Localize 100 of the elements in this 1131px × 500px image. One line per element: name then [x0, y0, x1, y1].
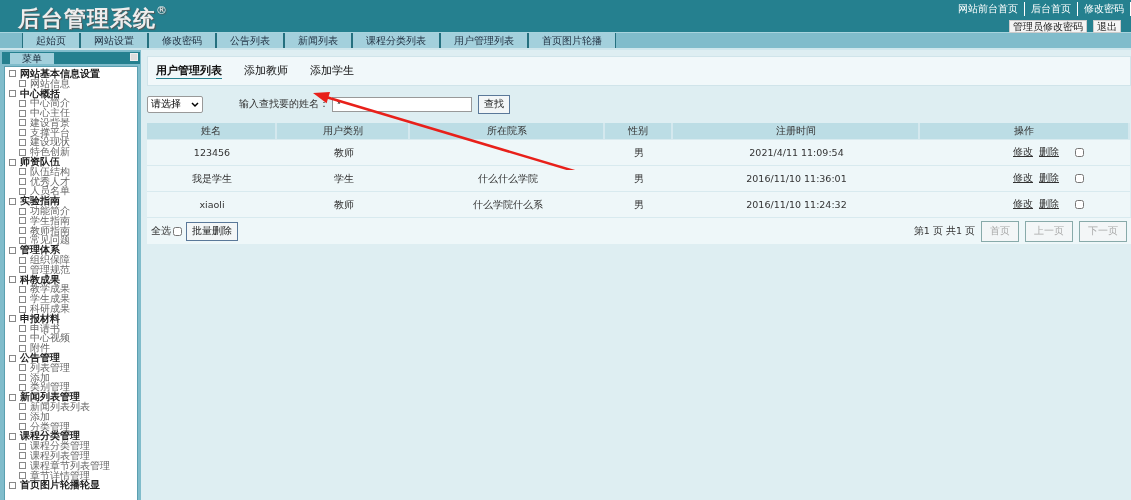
tree-node-icon — [19, 413, 26, 421]
tree-minus-icon[interactable] — [9, 90, 16, 97]
nav-tab[interactable]: 网站设置 — [80, 33, 148, 48]
tree-minus-icon[interactable] — [9, 393, 16, 401]
row-checkbox[interactable] — [1075, 148, 1084, 157]
menu-item[interactable]: 教学成果 — [30, 284, 70, 295]
batch-delete-button[interactable]: 批量删除 — [186, 221, 238, 241]
table-cell: 男 — [605, 139, 673, 165]
menu-group[interactable]: 新闻列表管理 — [20, 392, 80, 403]
menu-item[interactable]: 人员名单 — [30, 186, 70, 197]
menu-item[interactable]: 申请书 — [30, 323, 60, 334]
menu-group[interactable]: 实验指南 — [20, 196, 60, 207]
action-link[interactable]: 修改 — [1013, 146, 1033, 159]
menu-item[interactable]: 添加 — [30, 411, 50, 422]
menu-item[interactable]: 章节详情管理 — [30, 470, 90, 481]
menu-group[interactable]: 师资队伍 — [20, 157, 60, 168]
action-link[interactable]: 修改 — [1013, 198, 1033, 211]
menu-item[interactable]: 支撑平台 — [30, 127, 70, 138]
menu-group[interactable]: 管理体系 — [20, 245, 60, 256]
header-button[interactable]: 退出 — [1093, 20, 1121, 33]
tree-node-icon — [19, 462, 26, 470]
select-all-label: 全选 — [151, 224, 171, 238]
menu-item[interactable]: 学生成果 — [30, 294, 70, 305]
tree-minus-icon[interactable] — [9, 354, 16, 362]
tree-node-icon — [19, 472, 26, 480]
menu-item[interactable]: 队伍结构 — [30, 166, 70, 177]
menu-group[interactable]: 科教成果 — [20, 274, 60, 285]
logo: 后台管理系统® — [17, 3, 167, 32]
menu-group[interactable]: 申报材料 — [20, 313, 60, 324]
nav-tab[interactable]: 新闻列表 — [284, 33, 352, 48]
page-tab[interactable]: 用户管理列表 — [156, 63, 222, 79]
column-header: 用户类别 — [277, 123, 410, 139]
header-button[interactable]: 管理员修改密码 — [1009, 20, 1087, 33]
nav-tab[interactable]: 公告列表 — [216, 33, 284, 48]
menu-item[interactable]: 附件 — [30, 343, 50, 354]
tree-node-icon — [19, 119, 26, 127]
sidebar-tab[interactable]: 菜单 — [10, 53, 54, 64]
tree-minus-icon[interactable] — [9, 246, 16, 254]
menu-item[interactable]: 组织保障 — [30, 255, 70, 266]
menu-group[interactable]: 首页图片轮播轮显 — [20, 480, 100, 491]
menu-item[interactable]: 添加 — [30, 372, 50, 383]
tree-minus-icon[interactable] — [9, 158, 16, 166]
tree-node-icon — [19, 266, 26, 274]
tree-minus-icon[interactable] — [9, 315, 16, 323]
row-checkbox[interactable] — [1075, 174, 1084, 183]
menu-group[interactable]: 网站基本信息设置 — [20, 68, 100, 79]
action-link[interactable]: 删除 — [1039, 146, 1059, 159]
menu-item[interactable]: 列表管理 — [30, 362, 70, 373]
header-link[interactable]: 网站前台首页 — [952, 2, 1025, 16]
tree-minus-icon[interactable] — [9, 432, 16, 440]
action-link[interactable]: 删除 — [1039, 198, 1059, 211]
search-button[interactable]: 查找 — [478, 95, 510, 114]
table-cell: 2016/11/10 11:24:32 — [673, 191, 920, 217]
menu-item[interactable]: 课程分类管理 — [30, 441, 90, 452]
header-link[interactable]: 后台首页 — [1025, 2, 1078, 16]
page-tab[interactable]: 添加学生 — [310, 63, 354, 79]
action-link[interactable]: 修改 — [1013, 172, 1033, 185]
table-cell: xiaoli — [147, 191, 277, 217]
action-link[interactable]: 删除 — [1039, 172, 1059, 185]
menu-item[interactable]: 课程章节列表管理 — [30, 460, 110, 471]
search-label: 输入查找要的姓名： — [239, 98, 329, 111]
nav-tab[interactable]: 用户管理列表 — [440, 33, 528, 48]
menu-item[interactable]: 中心简介 — [30, 98, 70, 109]
nav-tab[interactable]: 起始页 — [22, 33, 80, 48]
tree-minus-icon[interactable] — [9, 481, 16, 489]
tree-node-icon — [19, 295, 26, 303]
menu-item[interactable]: 网站信息 — [30, 78, 70, 89]
menu-group[interactable]: 公告管理 — [20, 353, 60, 363]
menu-item[interactable]: 中心视频 — [30, 333, 70, 344]
menu-item[interactable]: 特色创新 — [30, 147, 70, 158]
menu-item[interactable]: 中心主任 — [30, 108, 70, 119]
nav-tab[interactable]: 首页图片轮播 — [528, 33, 616, 48]
table-cell: 我是学生 — [147, 165, 277, 191]
nav-tab[interactable]: 修改密码 — [148, 33, 216, 48]
menu-item[interactable]: 新闻列表列表 — [30, 402, 90, 412]
type-select[interactable]: 请选择 — [147, 96, 203, 113]
tree-minus-icon[interactable] — [9, 276, 16, 284]
menu-item[interactable]: 分类管理 — [30, 421, 70, 432]
select-all-checkbox[interactable] — [173, 226, 182, 236]
table-cell: 教师 — [277, 139, 410, 165]
menu-item[interactable]: 学生指南 — [30, 215, 70, 226]
table-cell: 什么学院什么系 — [410, 191, 605, 217]
tree-minus-icon[interactable] — [9, 70, 16, 78]
nav-tab[interactable]: 课程分类列表 — [352, 33, 440, 48]
tree-node-icon — [19, 256, 26, 264]
header-link[interactable]: 修改密码 — [1078, 2, 1131, 16]
menu-item[interactable]: 教师指南 — [30, 225, 70, 236]
menu-item[interactable]: 建设背景 — [30, 117, 70, 128]
row-checkbox[interactable] — [1075, 200, 1084, 209]
menu-item[interactable]: 管理规范 — [30, 264, 70, 275]
menu-item[interactable]: 功能简介 — [30, 206, 70, 217]
menu-item[interactable]: 建设现状 — [30, 137, 70, 148]
table-cell: 什么什么学院 — [410, 165, 605, 191]
tree-node-icon — [19, 168, 26, 176]
page-tab[interactable]: 添加教师 — [244, 63, 288, 79]
tree-minus-icon[interactable] — [9, 197, 16, 205]
menu-group[interactable]: 课程分类管理 — [20, 431, 80, 442]
menu-item[interactable]: 优秀人才 — [30, 176, 70, 187]
menu-group[interactable]: 中心概括 — [20, 88, 60, 99]
menu-item[interactable]: 课程列表管理 — [30, 451, 90, 461]
